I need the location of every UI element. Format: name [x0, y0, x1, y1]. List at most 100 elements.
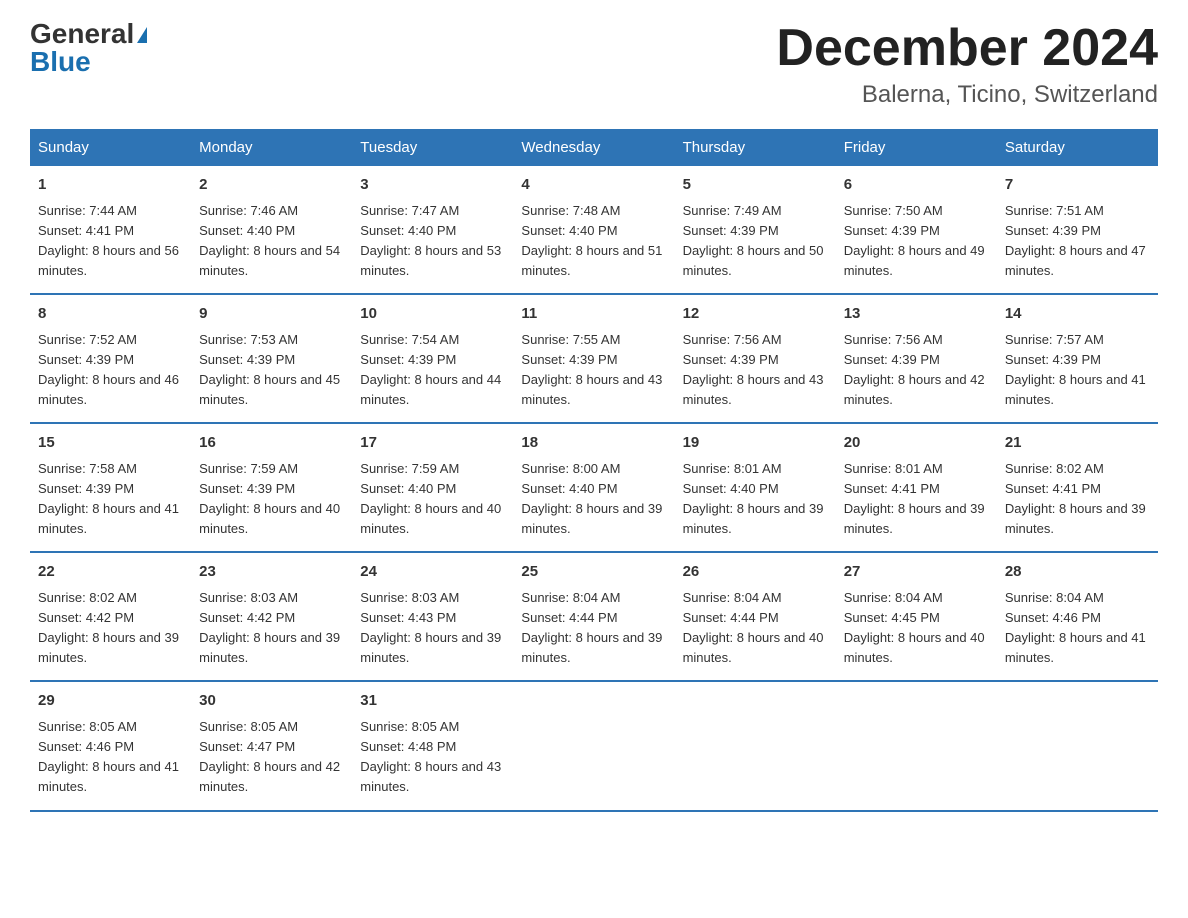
day-info: Sunrise: 7:47 AMSunset: 4:40 PMDaylight:…	[360, 201, 505, 282]
day-number: 16	[199, 432, 344, 455]
day-number: 15	[38, 432, 183, 455]
day-number: 6	[844, 174, 989, 197]
day-number: 9	[199, 303, 344, 326]
day-info: Sunrise: 7:50 AMSunset: 4:39 PMDaylight:…	[844, 201, 989, 282]
calendar-week-1: 1 Sunrise: 7:44 AMSunset: 4:41 PMDaylight…	[30, 166, 1158, 294]
header-tuesday: Tuesday	[352, 129, 513, 166]
day-number: 13	[844, 303, 989, 326]
calendar-week-4: 22 Sunrise: 8:02 AMSunset: 4:42 PMDayligh…	[30, 552, 1158, 681]
day-number: 25	[521, 561, 666, 584]
day-info: Sunrise: 8:00 AMSunset: 4:40 PMDaylight:…	[521, 459, 666, 540]
day-info: Sunrise: 8:01 AMSunset: 4:41 PMDaylight:…	[844, 459, 989, 540]
day-info: Sunrise: 8:05 AMSunset: 4:47 PMDaylight:…	[199, 717, 344, 798]
day-info: Sunrise: 7:49 AMSunset: 4:39 PMDaylight:…	[683, 201, 828, 282]
day-info: Sunrise: 8:04 AMSunset: 4:45 PMDaylight:…	[844, 588, 989, 669]
day-info: Sunrise: 7:48 AMSunset: 4:40 PMDaylight:…	[521, 201, 666, 282]
page-header: General Blue December 2024 Balerna, Tici…	[30, 20, 1158, 109]
day-number: 14	[1005, 303, 1150, 326]
calendar-week-2: 8 Sunrise: 7:52 AMSunset: 4:39 PMDaylight…	[30, 294, 1158, 423]
day-number: 10	[360, 303, 505, 326]
table-row: 29 Sunrise: 8:05 AMSunset: 4:46 PMDayligh…	[30, 681, 191, 810]
table-row: 22 Sunrise: 8:02 AMSunset: 4:42 PMDayligh…	[30, 552, 191, 681]
day-info: Sunrise: 7:51 AMSunset: 4:39 PMDaylight:…	[1005, 201, 1150, 282]
day-number: 8	[38, 303, 183, 326]
table-row: 27Sunrise: 8:04 AMSunset: 4:45 PMDayligh…	[836, 552, 997, 681]
table-row: 10 Sunrise: 7:54 AMSunset: 4:39 PMDayligh…	[352, 294, 513, 423]
table-row: 23 Sunrise: 8:03 AMSunset: 4:42 PMDayligh…	[191, 552, 352, 681]
day-info: Sunrise: 7:58 AMSunset: 4:39 PMDaylight:…	[38, 459, 183, 540]
day-number: 28	[1005, 561, 1150, 584]
day-info: Sunrise: 7:56 AMSunset: 4:39 PMDaylight:…	[844, 330, 989, 411]
day-number: 17	[360, 432, 505, 455]
logo-general-text: General	[30, 18, 134, 49]
logo-general-line: General	[30, 20, 147, 48]
header-saturday: Saturday	[997, 129, 1158, 166]
table-row: 7 Sunrise: 7:51 AMSunset: 4:39 PMDaylight…	[997, 166, 1158, 294]
table-row: 3 Sunrise: 7:47 AMSunset: 4:40 PMDaylight…	[352, 166, 513, 294]
day-info: Sunrise: 7:54 AMSunset: 4:39 PMDaylight:…	[360, 330, 505, 411]
day-number: 30	[199, 690, 344, 713]
day-number: 24	[360, 561, 505, 584]
day-number: 5	[683, 174, 828, 197]
table-row: 2 Sunrise: 7:46 AMSunset: 4:40 PMDaylight…	[191, 166, 352, 294]
header-sunday: Sunday	[30, 129, 191, 166]
calendar-table: Sunday Monday Tuesday Wednesday Thursday…	[30, 129, 1158, 811]
table-row	[997, 681, 1158, 810]
day-info: Sunrise: 8:03 AMSunset: 4:43 PMDaylight:…	[360, 588, 505, 669]
table-row	[513, 681, 674, 810]
month-title: December 2024	[776, 20, 1158, 77]
header-thursday: Thursday	[675, 129, 836, 166]
table-row: 26 Sunrise: 8:04 AMSunset: 4:44 PMDayligh…	[675, 552, 836, 681]
table-row: 4 Sunrise: 7:48 AMSunset: 4:40 PMDaylight…	[513, 166, 674, 294]
day-info: Sunrise: 7:59 AMSunset: 4:39 PMDaylight:…	[199, 459, 344, 540]
location-text: Balerna, Ticino, Switzerland	[776, 81, 1158, 109]
day-info: Sunrise: 7:52 AMSunset: 4:39 PMDaylight:…	[38, 330, 183, 411]
day-number: 4	[521, 174, 666, 197]
day-number: 12	[683, 303, 828, 326]
day-number: 1	[38, 174, 183, 197]
table-row: 1 Sunrise: 7:44 AMSunset: 4:41 PMDaylight…	[30, 166, 191, 294]
table-row: 24 Sunrise: 8:03 AMSunset: 4:43 PMDayligh…	[352, 552, 513, 681]
day-info: Sunrise: 8:05 AMSunset: 4:48 PMDaylight:…	[360, 717, 505, 798]
day-info: Sunrise: 8:02 AMSunset: 4:41 PMDaylight:…	[1005, 459, 1150, 540]
day-info: Sunrise: 7:44 AMSunset: 4:41 PMDaylight:…	[38, 201, 183, 282]
logo-blue-text: Blue	[30, 48, 91, 76]
table-row: 8 Sunrise: 7:52 AMSunset: 4:39 PMDaylight…	[30, 294, 191, 423]
day-info: Sunrise: 8:05 AMSunset: 4:46 PMDaylight:…	[38, 717, 183, 798]
day-info: Sunrise: 8:04 AMSunset: 4:46 PMDaylight:…	[1005, 588, 1150, 669]
table-row: 16 Sunrise: 7:59 AMSunset: 4:39 PMDayligh…	[191, 423, 352, 552]
day-info: Sunrise: 8:01 AMSunset: 4:40 PMDaylight:…	[683, 459, 828, 540]
table-row: 9Sunrise: 7:53 AMSunset: 4:39 PMDaylight…	[191, 294, 352, 423]
day-number: 3	[360, 174, 505, 197]
day-info: Sunrise: 7:46 AMSunset: 4:40 PMDaylight:…	[199, 201, 344, 282]
table-row: 13 Sunrise: 7:56 AMSunset: 4:39 PMDayligh…	[836, 294, 997, 423]
day-number: 18	[521, 432, 666, 455]
day-info: Sunrise: 8:04 AMSunset: 4:44 PMDaylight:…	[521, 588, 666, 669]
day-number: 22	[38, 561, 183, 584]
day-info: Sunrise: 7:59 AMSunset: 4:40 PMDaylight:…	[360, 459, 505, 540]
day-number: 7	[1005, 174, 1150, 197]
table-row: 12Sunrise: 7:56 AMSunset: 4:39 PMDayligh…	[675, 294, 836, 423]
day-number: 23	[199, 561, 344, 584]
day-number: 11	[521, 303, 666, 326]
table-row: 14Sunrise: 7:57 AMSunset: 4:39 PMDayligh…	[997, 294, 1158, 423]
day-header-row: Sunday Monday Tuesday Wednesday Thursday…	[30, 129, 1158, 166]
table-row: 21 Sunrise: 8:02 AMSunset: 4:41 PMDayligh…	[997, 423, 1158, 552]
day-number: 21	[1005, 432, 1150, 455]
day-info: Sunrise: 8:04 AMSunset: 4:44 PMDaylight:…	[683, 588, 828, 669]
table-row	[836, 681, 997, 810]
calendar-week-3: 15 Sunrise: 7:58 AMSunset: 4:39 PMDayligh…	[30, 423, 1158, 552]
header-friday: Friday	[836, 129, 997, 166]
table-row: 17 Sunrise: 7:59 AMSunset: 4:40 PMDayligh…	[352, 423, 513, 552]
table-row: 31Sunrise: 8:05 AMSunset: 4:48 PMDayligh…	[352, 681, 513, 810]
table-row: 6 Sunrise: 7:50 AMSunset: 4:39 PMDaylight…	[836, 166, 997, 294]
table-row	[675, 681, 836, 810]
day-info: Sunrise: 8:03 AMSunset: 4:42 PMDaylight:…	[199, 588, 344, 669]
day-number: 2	[199, 174, 344, 197]
day-number: 26	[683, 561, 828, 584]
table-row: 15 Sunrise: 7:58 AMSunset: 4:39 PMDayligh…	[30, 423, 191, 552]
day-number: 29	[38, 690, 183, 713]
table-row: 28 Sunrise: 8:04 AMSunset: 4:46 PMDayligh…	[997, 552, 1158, 681]
day-info: Sunrise: 8:02 AMSunset: 4:42 PMDaylight:…	[38, 588, 183, 669]
table-row: 5 Sunrise: 7:49 AMSunset: 4:39 PMDaylight…	[675, 166, 836, 294]
